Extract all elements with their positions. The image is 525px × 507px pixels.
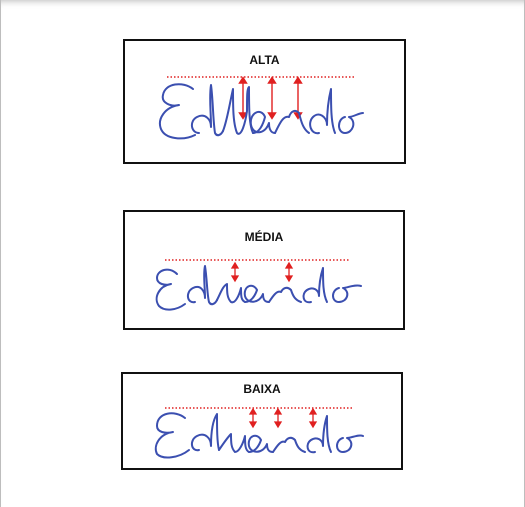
sample-box-alta: ALTA — [123, 39, 406, 164]
sample-box-baixa: BAIXA — [121, 372, 403, 470]
arrow-icon — [273, 407, 283, 429]
handwriting-figure-media — [155, 259, 362, 311]
arrow-icon — [238, 76, 248, 120]
arrow-icon — [284, 261, 294, 283]
arrow-icon — [230, 261, 240, 283]
sample-box-media: MÉDIA — [123, 210, 405, 330]
arrow-icon — [267, 76, 277, 120]
document-page: ALTA MÉDIA BAIXA — [0, 0, 525, 507]
handwritten-word-alta — [159, 83, 364, 140]
handwriting-figure-baixa — [154, 407, 364, 459]
page-edge-left — [0, 0, 1, 507]
height-arrows-media — [230, 261, 294, 283]
arrow-icon — [308, 407, 318, 429]
height-arrows-baixa — [248, 407, 318, 429]
arrow-icon — [248, 407, 258, 429]
handwritten-word-media — [155, 265, 362, 311]
handwritten-word-baixa — [154, 412, 364, 459]
handwriting-figure-alta — [159, 76, 364, 140]
